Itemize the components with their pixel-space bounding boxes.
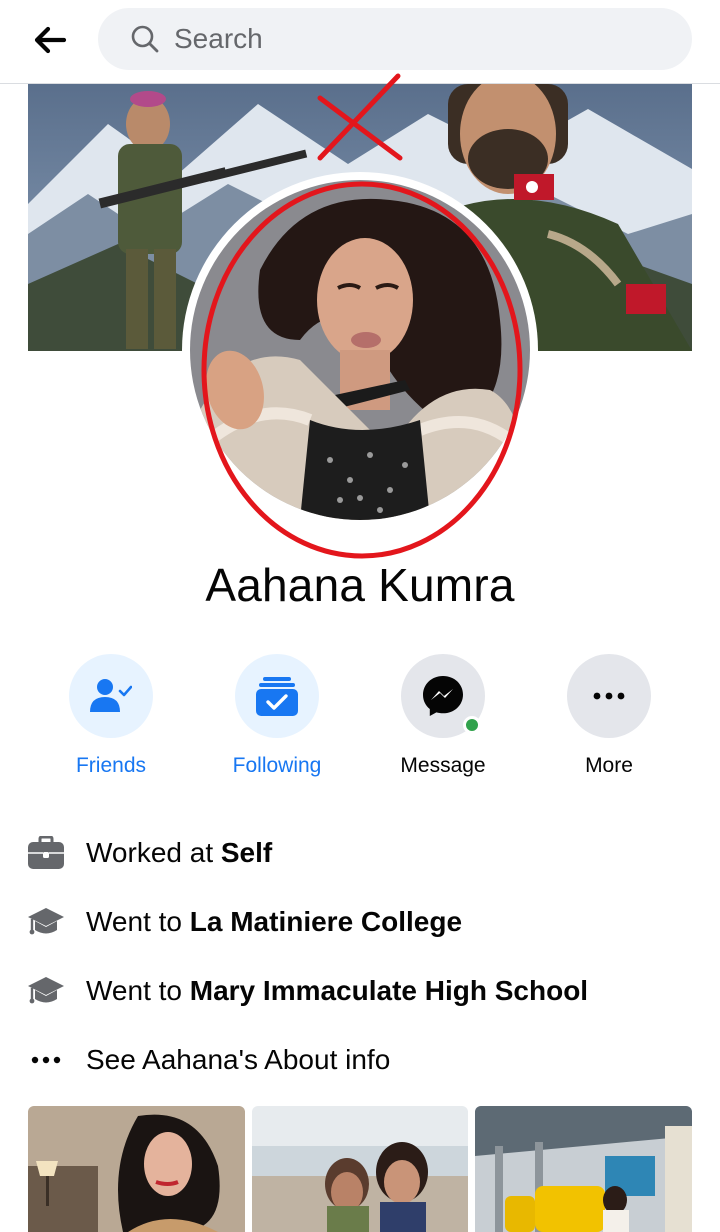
message-label: Message (400, 754, 486, 777)
work-info-place: Self (220, 836, 273, 868)
profile-actions: Friends Following Message More (0, 654, 720, 784)
message-button[interactable]: Message (373, 654, 513, 778)
more-dots-icon (593, 692, 625, 700)
search-placeholder: Search (174, 23, 263, 54)
see-about-info-row[interactable]: See Aahana's About info (0, 1025, 720, 1094)
photo-thumbnail-3[interactable] (475, 1106, 692, 1232)
education-info-row-2[interactable]: Went to Mary Immaculate High School (0, 956, 720, 1025)
profile-name: Aahana Kumra (205, 559, 515, 611)
graduation-cap-icon (26, 902, 66, 942)
work-info-text: Worked at Self (86, 836, 273, 868)
friends-icon (90, 679, 132, 712)
friends-button[interactable]: Friends (41, 654, 181, 778)
education-info-school-2: Mary Immaculate High School (189, 974, 589, 1006)
more-button[interactable]: More (539, 654, 679, 778)
back-arrow-icon (34, 26, 67, 54)
top-bar: Search (0, 0, 720, 84)
online-status-dot (463, 716, 481, 734)
photo-thumbnail-2[interactable] (252, 1106, 468, 1232)
messenger-icon (423, 676, 463, 716)
education-info-text-1: Went to La Matiniere College (86, 905, 463, 937)
education-info-text-2: Went to Mary Immaculate High School (86, 974, 589, 1006)
intro-details: Worked at Self Went to La Matiniere Coll… (0, 818, 720, 1094)
following-button-circle (235, 654, 319, 738)
photo-thumbnail-1[interactable] (28, 1106, 245, 1232)
following-icon (256, 677, 298, 716)
education-info-row-1[interactable]: Went to La Matiniere College (0, 887, 720, 956)
search-icon (130, 24, 160, 54)
more-button-circle (567, 654, 651, 738)
education-info-school-1: La Matiniere College (189, 905, 463, 937)
more-label: More (585, 754, 633, 777)
see-about-info-text: See Aahana's About info (86, 1043, 391, 1075)
following-label: Following (232, 754, 322, 777)
friends-label: Friends (75, 754, 147, 777)
friends-button-circle (69, 654, 153, 738)
work-info-row[interactable]: Worked at Self (0, 818, 720, 887)
back-button[interactable] (26, 18, 74, 62)
following-button[interactable]: Following (207, 654, 347, 778)
briefcase-icon (26, 833, 66, 873)
photos-grid (28, 1106, 692, 1232)
more-dots-icon (26, 1040, 66, 1080)
message-button-circle (401, 654, 485, 738)
search-input[interactable]: Search (98, 8, 692, 70)
profile-picture[interactable] (190, 180, 530, 520)
graduation-cap-icon (26, 971, 66, 1011)
